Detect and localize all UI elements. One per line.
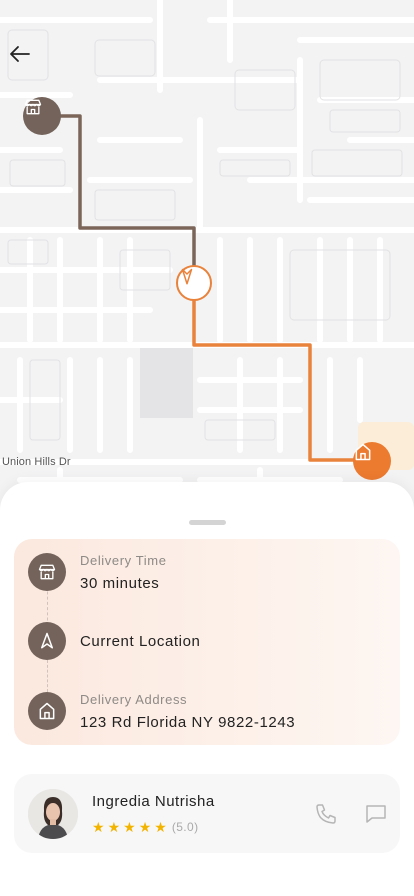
courier-rating: ★ ★ ★ ★ ★ (5.0) <box>92 820 199 834</box>
delivery-time-label: Delivery Time <box>80 553 167 568</box>
order-details-sheet: Delivery Time 30 minutes Current Locatio… <box>0 482 414 896</box>
destination-marker[interactable] <box>353 442 391 480</box>
map-streets <box>0 0 414 520</box>
map-view[interactable]: Union Hills Dr <box>0 0 414 520</box>
chat-icon <box>364 802 388 826</box>
star-icon: ★ <box>92 819 105 835</box>
star-icon: ★ <box>107 819 121 835</box>
delivery-info-card: Delivery Time 30 minutes Current Locatio… <box>14 539 400 745</box>
courier-card: Ingredia Nutrisha ★ ★ ★ ★ ★ (5.0) <box>14 774 400 853</box>
delivery-time-value: 30 minutes <box>80 575 160 592</box>
navigation-arrow-icon <box>38 631 56 651</box>
store-icon <box>37 562 57 582</box>
home-icon <box>37 701 57 721</box>
star-icon: ★ <box>138 819 152 835</box>
timeline-connector <box>47 660 48 692</box>
star-icon: ★ <box>154 819 167 835</box>
order-tracking-screen: Union Hills Dr Delivery Time 30 minutes … <box>0 0 414 896</box>
courier-location-marker[interactable] <box>176 265 212 301</box>
star-icon: ★ <box>123 819 136 835</box>
back-button[interactable] <box>8 42 38 72</box>
street-label: Union Hills Dr <box>2 456 71 468</box>
delivery-address-label: Delivery Address <box>80 692 188 707</box>
drag-handle[interactable] <box>189 520 226 525</box>
delivery-time-icon-circle <box>28 553 66 591</box>
store-marker[interactable] <box>23 97 61 135</box>
current-location-icon-circle <box>28 622 66 660</box>
courier-name: Ingredia Nutrisha <box>92 793 215 810</box>
delivery-address-icon-circle <box>28 692 66 730</box>
rating-text: (5.0) <box>171 820 199 834</box>
call-button[interactable] <box>313 801 339 827</box>
current-location-text: Current Location <box>80 633 201 650</box>
delivery-address-value: 123 Rd Florida NY 9822-1243 <box>80 714 296 731</box>
phone-icon <box>314 802 338 826</box>
chat-button[interactable] <box>363 801 389 827</box>
avatar <box>28 789 78 839</box>
